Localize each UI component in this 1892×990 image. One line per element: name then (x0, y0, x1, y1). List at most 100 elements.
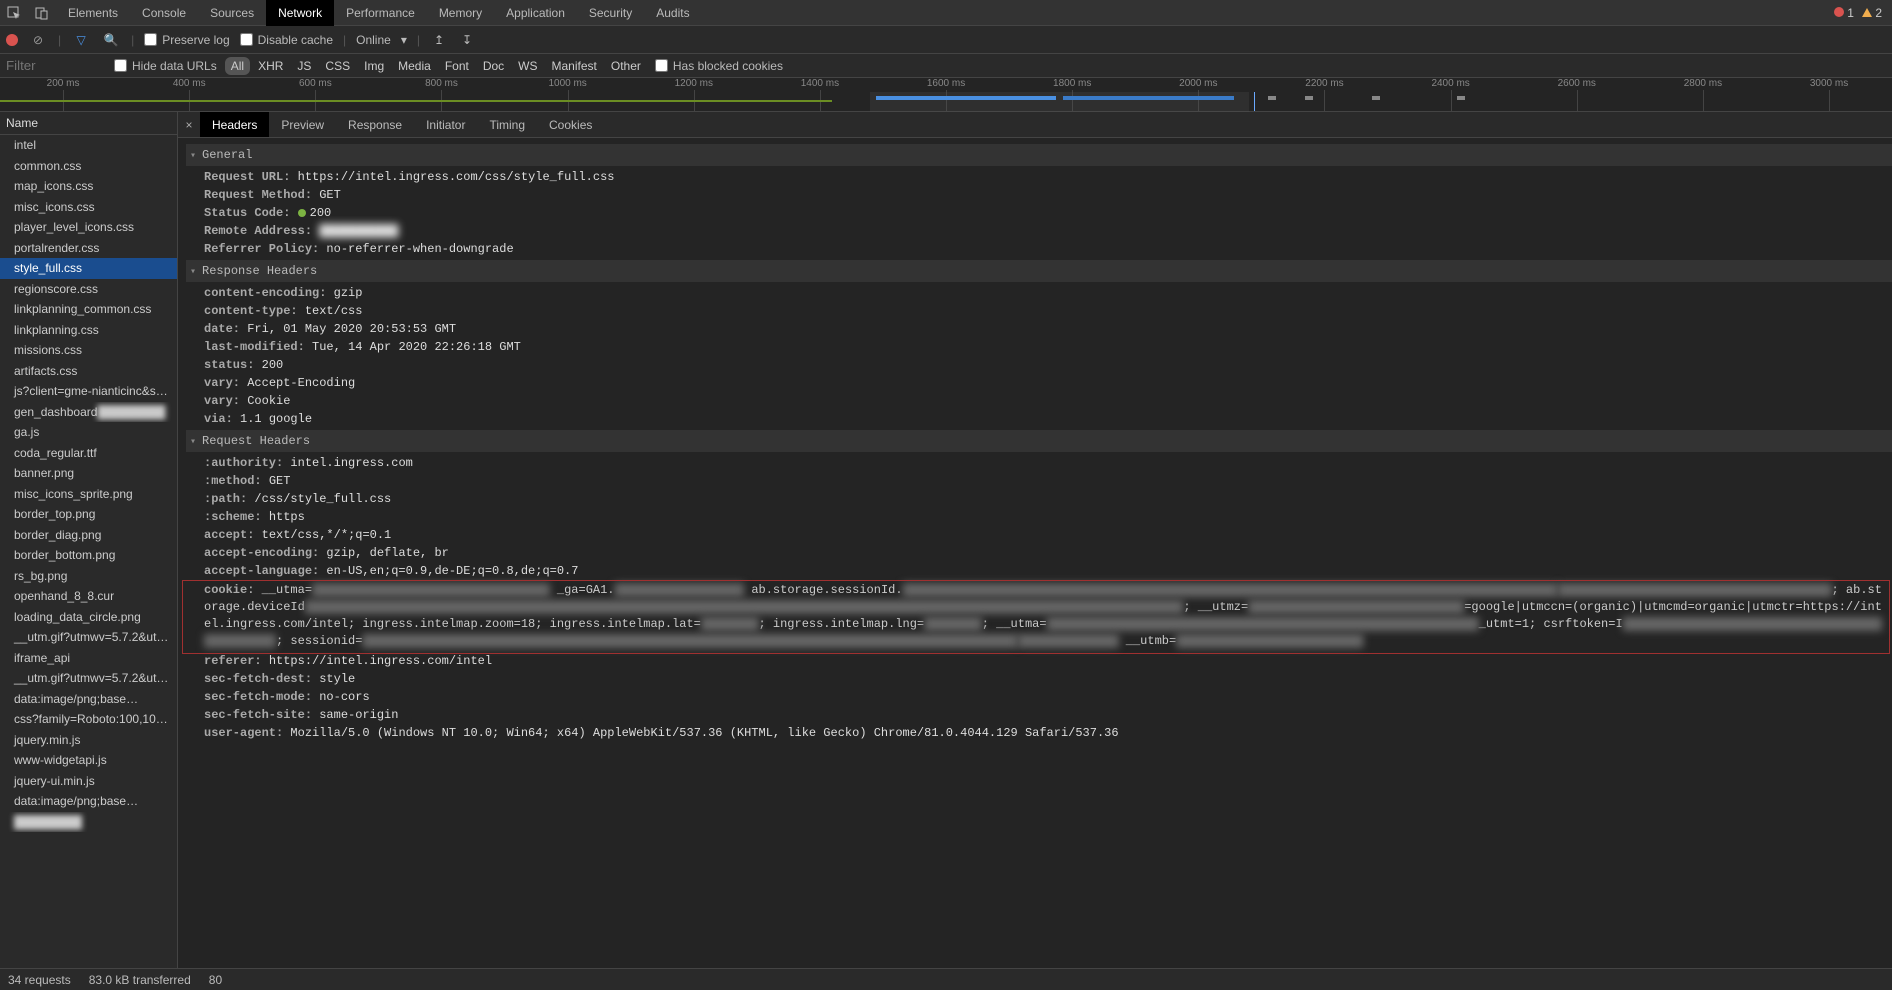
disable-cache-checkbox[interactable]: Disable cache (240, 33, 333, 47)
main-tab-sources[interactable]: Sources (198, 0, 266, 26)
request-row[interactable]: misc_icons_sprite.png (0, 484, 177, 505)
request-row[interactable]: jquery-ui.min.js (0, 771, 177, 792)
request-row[interactable]: data:image/png;base… (0, 689, 177, 710)
request-row[interactable]: linkplanning_common.css (0, 299, 177, 320)
row-status-code: Status Code: 200 (186, 204, 1892, 222)
detail-tab-headers[interactable]: Headers (200, 112, 269, 137)
request-detail-panel: × HeadersPreviewResponseInitiatorTimingC… (178, 112, 1892, 968)
status-requests: 34 requests (8, 973, 71, 987)
request-header-row: :scheme: https (186, 508, 1892, 526)
filter-type-img[interactable]: Img (358, 57, 390, 75)
request-row[interactable]: player_level_icons.css (0, 217, 177, 238)
clear-icon[interactable]: ⊘ (28, 33, 48, 47)
search-icon[interactable]: 🔍 (101, 33, 121, 47)
section-response-headers[interactable]: Response Headers (186, 260, 1892, 282)
download-har-icon[interactable]: ↧ (458, 33, 476, 47)
main-tab-console[interactable]: Console (130, 0, 198, 26)
filter-icon[interactable]: ▽ (71, 33, 91, 47)
timeline-tick: 3000 ms (1766, 78, 1892, 90)
upload-har-icon[interactable]: ↥ (430, 33, 448, 47)
filter-type-manifest[interactable]: Manifest (546, 57, 603, 75)
main-tab-memory[interactable]: Memory (427, 0, 494, 26)
row-cookie: cookie: __utma=█████████████████████████… (186, 580, 1892, 652)
detail-tab-response[interactable]: Response (336, 112, 414, 137)
has-blocked-cookies-checkbox[interactable]: Has blocked cookies (655, 59, 783, 73)
request-row[interactable]: intel (0, 135, 177, 156)
request-row[interactable]: gen_dashboard████████ (0, 402, 177, 423)
request-row[interactable]: www-widgetapi.js (0, 750, 177, 771)
request-row[interactable]: css?family=Roboto:100,100italic,30… (0, 709, 177, 730)
status-transferred: 83.0 kB transferred (89, 973, 191, 987)
request-row[interactable]: banner.png (0, 463, 177, 484)
request-row[interactable]: border_top.png (0, 504, 177, 525)
request-row[interactable]: loading_data_circle.png (0, 607, 177, 628)
devtools-topbar: ElementsConsoleSourcesNetworkPerformance… (0, 0, 1892, 26)
request-row[interactable]: __utm.gif?utmwv=5.7.2&utms=8&… (0, 668, 177, 689)
section-general[interactable]: General (186, 144, 1892, 166)
request-row[interactable]: regionscore.css (0, 279, 177, 300)
response-header-row: last-modified: Tue, 14 Apr 2020 22:26:18… (186, 338, 1892, 356)
request-row[interactable]: ga.js (0, 422, 177, 443)
filter-type-other[interactable]: Other (605, 57, 647, 75)
throttling-select[interactable]: Online ▾ (356, 33, 407, 47)
main-tab-security[interactable]: Security (577, 0, 644, 26)
request-row[interactable]: js?client=gme-nianticinc&sensor=t… (0, 381, 177, 402)
request-row[interactable]: data:image/png;base… (0, 791, 177, 812)
request-row[interactable]: border_diag.png (0, 525, 177, 546)
request-row[interactable]: style_full.css (0, 258, 177, 279)
inspect-element-icon[interactable] (0, 0, 28, 26)
main-tab-audits[interactable]: Audits (644, 0, 701, 26)
section-request-headers[interactable]: Request Headers (186, 430, 1892, 452)
filter-type-font[interactable]: Font (439, 57, 475, 75)
close-detail-icon[interactable]: × (178, 112, 200, 137)
request-row[interactable]: artifacts.css (0, 361, 177, 382)
main-tab-performance[interactable]: Performance (334, 0, 427, 26)
row-remote-address: Remote Address: ███████████ (186, 222, 1892, 240)
request-list-header[interactable]: Name (0, 112, 177, 135)
request-row[interactable]: openhand_8_8.cur (0, 586, 177, 607)
error-badge[interactable]: 1 (1834, 6, 1854, 20)
warning-count: 2 (1875, 6, 1882, 20)
request-row[interactable]: coda_regular.ttf (0, 443, 177, 464)
filter-type-ws[interactable]: WS (512, 57, 543, 75)
record-button[interactable] (6, 34, 18, 46)
filter-type-js[interactable]: JS (291, 57, 317, 75)
request-row[interactable]: __utm.gif?utmwv=5.7.2&utms=7&… (0, 627, 177, 648)
timeline-tick: 2400 ms (1388, 78, 1514, 90)
filter-type-css[interactable]: CSS (319, 57, 356, 75)
request-row[interactable]: misc_icons.css (0, 197, 177, 218)
request-row[interactable]: ████████ (0, 812, 177, 833)
detail-body: General Request URL: https://intel.ingre… (178, 138, 1892, 968)
detail-tab-initiator[interactable]: Initiator (414, 112, 477, 137)
request-row[interactable]: rs_bg.png (0, 566, 177, 587)
main-tab-application[interactable]: Application (494, 0, 577, 26)
filter-input[interactable] (6, 58, 106, 73)
main-tab-network[interactable]: Network (266, 0, 334, 26)
network-timeline[interactable]: 200 ms400 ms600 ms800 ms1000 ms1200 ms14… (0, 78, 1892, 112)
main-tab-elements[interactable]: Elements (56, 0, 130, 26)
request-row[interactable]: missions.css (0, 340, 177, 361)
request-row[interactable]: iframe_api (0, 648, 177, 669)
filter-type-media[interactable]: Media (392, 57, 437, 75)
filter-type-all[interactable]: All (225, 57, 250, 75)
detail-tabs: × HeadersPreviewResponseInitiatorTimingC… (178, 112, 1892, 138)
response-header-row: date: Fri, 01 May 2020 20:53:53 GMT (186, 320, 1892, 338)
request-header-row: :method: GET (186, 472, 1892, 490)
device-toolbar-icon[interactable] (28, 0, 56, 26)
filter-type-xhr[interactable]: XHR (252, 57, 289, 75)
preserve-log-checkbox[interactable]: Preserve log (144, 33, 229, 47)
request-row[interactable]: common.css (0, 156, 177, 177)
detail-tab-cookies[interactable]: Cookies (537, 112, 604, 137)
request-row[interactable]: border_bottom.png (0, 545, 177, 566)
detail-tab-preview[interactable]: Preview (269, 112, 336, 137)
request-row[interactable]: linkplanning.css (0, 320, 177, 341)
request-row[interactable]: portalrender.css (0, 238, 177, 259)
timeline-tick: 2200 ms (1261, 78, 1387, 90)
filter-type-doc[interactable]: Doc (477, 57, 510, 75)
detail-tab-timing[interactable]: Timing (477, 112, 537, 137)
timeline-tick: 1800 ms (1009, 78, 1135, 90)
hide-data-urls-checkbox[interactable]: Hide data URLs (114, 59, 217, 73)
request-row[interactable]: jquery.min.js (0, 730, 177, 751)
warning-badge[interactable]: 2 (1862, 6, 1882, 20)
request-row[interactable]: map_icons.css (0, 176, 177, 197)
